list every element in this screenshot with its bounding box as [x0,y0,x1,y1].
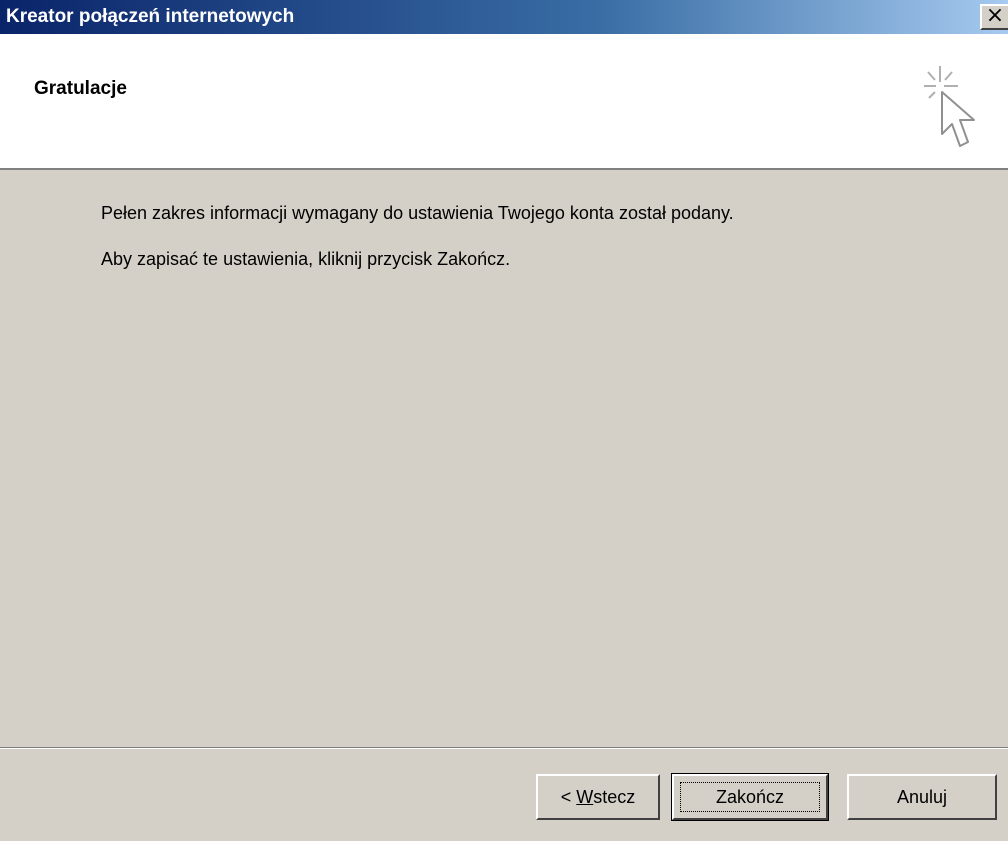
wizard-cursor-icon [924,66,975,147]
info-text-complete: Pełen zakres informacji wymagany do usta… [101,203,734,223]
back-button-prefix: < [560,787,577,807]
window-title: Kreator połączeń internetowych [6,6,295,27]
finish-button-label: Zakończ [715,787,785,807]
page-title: Gratulacje [34,78,127,99]
cancel-button-label: Anuluj [896,787,948,807]
back-button-accelerator: W [576,787,594,807]
close-icon: × [985,3,1005,28]
cancel-button[interactable]: Anuluj [847,774,997,820]
title-bar[interactable]: Kreator połączeń internetowych × [0,0,1008,34]
wizard-window: Kreator połączeń internetowych × Gratula… [0,0,1008,841]
back-button[interactable]: < Wstecz [536,774,660,820]
finish-button[interactable]: Zakończ [671,773,829,821]
close-button[interactable]: × [980,4,1008,30]
info-text-instruction: Aby zapisać te ustawienia, kliknij przyc… [101,249,511,269]
back-button-label: stecz [593,787,636,807]
button-separator [0,747,1008,749]
wizard-header: Gratulacje [0,34,1008,170]
